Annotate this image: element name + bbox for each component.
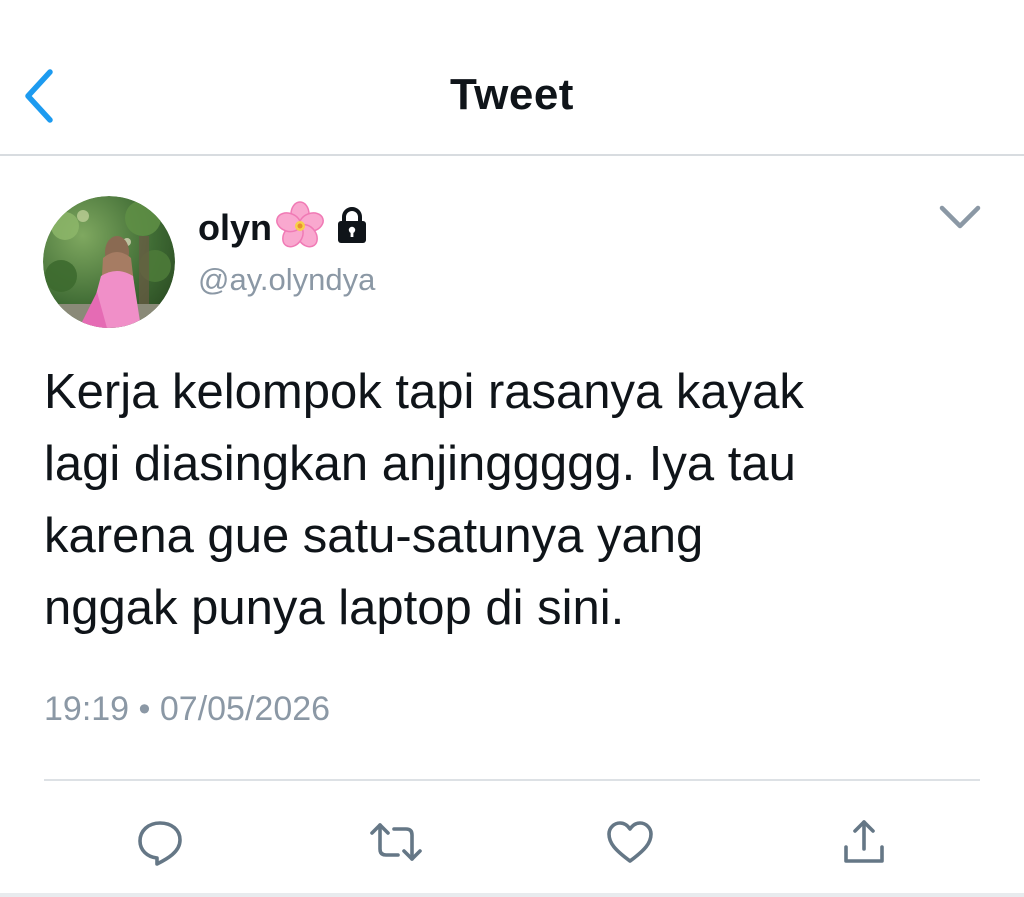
divider <box>44 779 980 781</box>
cherry-blossom-icon <box>274 200 326 257</box>
user-name[interactable]: olyn <box>198 207 272 249</box>
bottom-border <box>0 893 1024 897</box>
user-handle[interactable]: @ay.olyndya <box>198 262 375 298</box>
tweet-timestamp[interactable]: 19:19 • 07/05/2026 <box>44 690 330 729</box>
heart-icon <box>607 821 653 863</box>
tweet-text: Kerja kelompok tapi rasanya kayak lagi d… <box>44 365 804 635</box>
tweet-menu-button[interactable] <box>934 198 986 238</box>
retweet-icon <box>370 823 422 861</box>
retweet-button[interactable] <box>366 812 426 872</box>
chevron-down-icon <box>939 205 981 229</box>
top-bar: Tweet <box>0 0 1024 156</box>
reply-icon <box>138 821 182 866</box>
share-icon <box>844 820 884 863</box>
like-button[interactable] <box>600 812 660 872</box>
share-button[interactable] <box>834 812 894 872</box>
avatar[interactable] <box>43 196 175 328</box>
profile-photo <box>43 196 175 328</box>
reply-button[interactable] <box>130 812 190 872</box>
lock-icon <box>334 206 370 251</box>
user-name-row[interactable]: olyn <box>198 200 370 256</box>
page-title: Tweet <box>450 70 574 119</box>
action-bar <box>0 812 1024 872</box>
